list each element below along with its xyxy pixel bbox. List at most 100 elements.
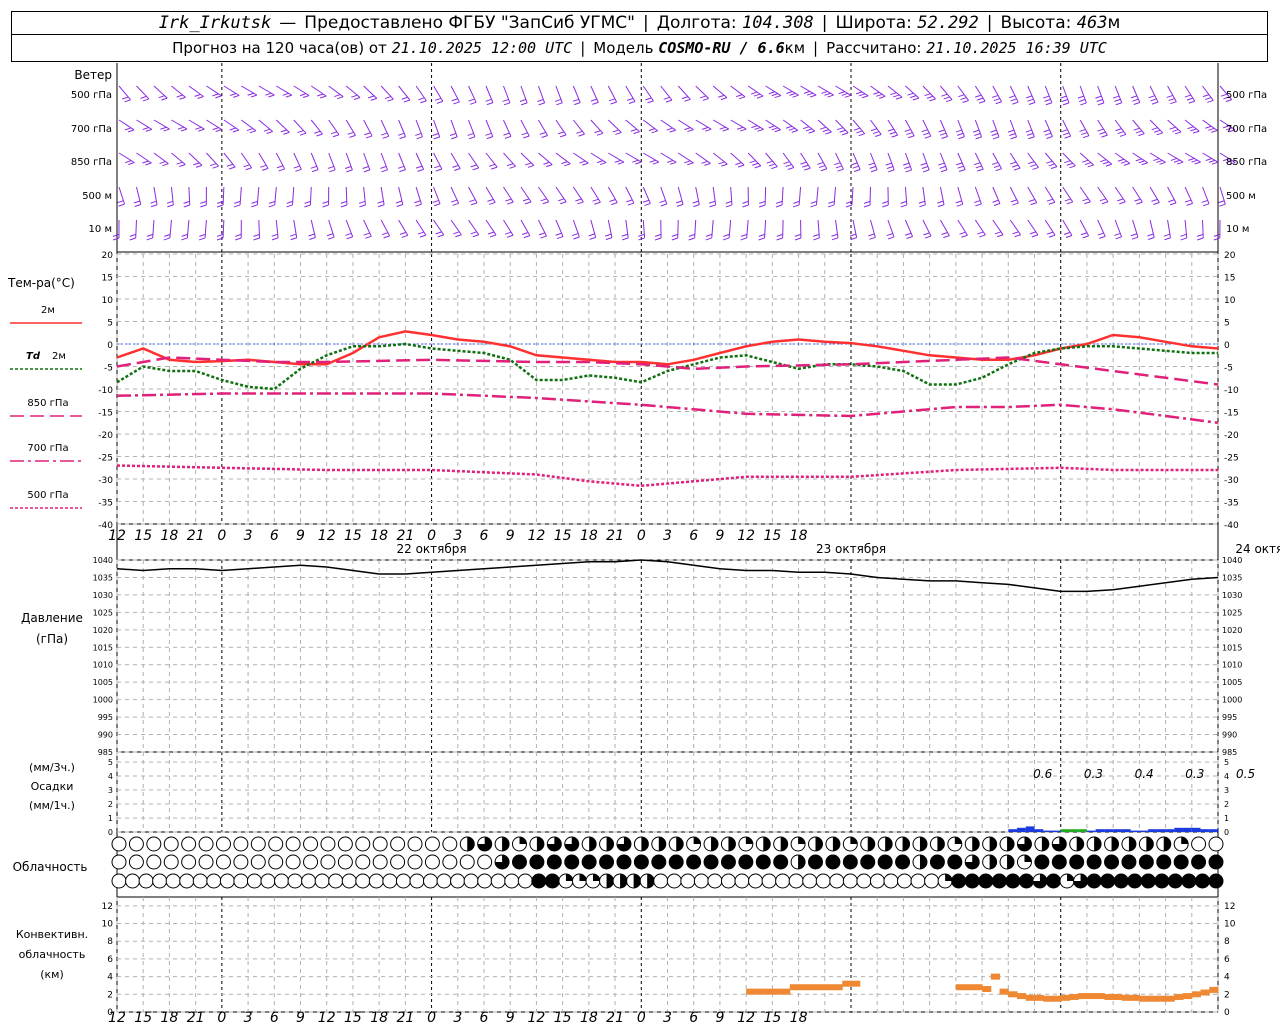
wind-barb-flag <box>810 200 817 204</box>
cloud-circle <box>829 873 845 889</box>
time-tick-bottom: 12 <box>737 1010 755 1024</box>
wind-barb-flag <box>774 95 782 99</box>
cloud-circle <box>301 873 317 889</box>
wind-barb-flag <box>134 204 141 207</box>
wind-barb <box>256 186 260 205</box>
wind-barb-flag <box>212 127 219 131</box>
precip-bar <box>1025 826 1035 832</box>
wind-barb-flag <box>384 96 392 100</box>
cloud-circle <box>198 854 214 870</box>
wind-barb <box>1167 119 1182 133</box>
wind-barb-flag <box>452 202 459 206</box>
cloud-fill <box>972 837 980 852</box>
wind-barb-flag <box>1097 102 1105 106</box>
wind-barb <box>677 152 694 164</box>
wind-barb-flag <box>1213 237 1220 241</box>
wind-barb-flag <box>453 231 460 235</box>
wind-barb-flag <box>960 97 967 101</box>
cloud-circle <box>1191 854 1207 870</box>
wind-barb-flag <box>454 168 461 171</box>
cloud-circle <box>720 854 736 870</box>
time-tick-mid: 6 <box>270 528 279 544</box>
cloud-circle <box>1181 873 1197 889</box>
wind-barb-flag <box>1201 199 1208 203</box>
time-tick-bottom: 6 <box>689 1010 698 1024</box>
cloud-circle <box>788 873 804 889</box>
conv-title-3: (км) <box>40 968 64 981</box>
cloud-circle <box>111 873 127 889</box>
wind-barb-flag <box>491 166 498 170</box>
time-tick-bottom: 6 <box>270 1010 279 1024</box>
wind-barb-flag <box>334 94 341 98</box>
wind-barb-flag <box>992 199 999 203</box>
wind-barb-flag <box>1010 136 1017 140</box>
wind-barb-flag <box>195 126 202 130</box>
time-tick-mid: 12 <box>737 528 755 544</box>
wind-barb-flag <box>776 200 783 204</box>
cloud-circle <box>1100 873 1116 889</box>
time-tick-mid: 9 <box>506 528 515 544</box>
pressure-tick-left: 985 <box>98 748 113 757</box>
wind-barb <box>590 119 604 134</box>
precip-total-label: 0.6 <box>1033 767 1052 781</box>
wind-barb-flag <box>906 132 913 136</box>
wind-barb-flag <box>504 135 512 139</box>
wind-barb-flag <box>1078 99 1086 103</box>
time-tick-mid: 9 <box>296 528 305 544</box>
precip-tick-right: 2 <box>1224 800 1229 809</box>
wind-barb-flag <box>1163 233 1171 237</box>
wind-barb-flag <box>540 235 547 239</box>
cloud-circle <box>303 836 319 852</box>
cloud-circle <box>260 873 276 889</box>
convective-bar <box>1008 991 1018 998</box>
cloud-fill <box>728 837 736 852</box>
wind-barb-flag <box>1186 202 1193 206</box>
cloud-fill <box>711 837 719 852</box>
cloud-circle <box>450 873 466 889</box>
wind-barb-flag <box>923 132 930 136</box>
wind-barb-flag <box>395 200 403 204</box>
wind-barb-flag <box>268 94 275 98</box>
wind-barb-flag <box>1044 132 1052 136</box>
time-tick-bottom: 3 <box>453 1010 462 1024</box>
wind-barb-flag <box>1064 160 1071 164</box>
wind-barb <box>188 186 191 206</box>
wind-barb-flag <box>261 167 269 171</box>
wind-barb-flag <box>647 100 654 104</box>
cloud-circle <box>1138 854 1154 870</box>
cloud-circle <box>206 873 222 889</box>
wind-barb-flag <box>193 162 200 166</box>
convective-bar <box>1130 994 1140 1001</box>
wind-barb-flag <box>776 237 783 241</box>
wind-barb-flag <box>320 95 327 99</box>
wind-barb-flag <box>621 233 628 237</box>
wind-barb-flag <box>557 131 565 135</box>
wind-barb-flag <box>450 199 458 203</box>
wind-barb <box>153 119 170 130</box>
wind-barb-flag <box>1154 129 1161 133</box>
wind-barb-flag <box>800 161 807 165</box>
wind-barb-flag <box>1196 233 1204 237</box>
wind-barb-flag <box>838 91 845 95</box>
cloud-circle <box>442 836 458 852</box>
wind-barb-flag <box>253 233 260 237</box>
time-tick-mid: 18 <box>790 528 808 544</box>
cloud-circle <box>111 854 127 870</box>
wind-barb-flag <box>377 204 385 208</box>
wind-barb-flag <box>1032 166 1039 170</box>
wind-barb-flag <box>194 93 201 97</box>
temp-tick-right: -40 <box>1224 521 1239 531</box>
time-tick-mid: 15 <box>344 528 362 544</box>
cloud-fill <box>633 874 641 888</box>
wind-barb-flag <box>955 129 962 133</box>
cloud-circle <box>1069 854 1085 870</box>
wind-barb-flag <box>907 92 914 96</box>
wind-barb-flag <box>756 95 764 99</box>
temp-title: Тем-ра(°С) <box>7 276 75 290</box>
wind-barb-flag <box>791 129 798 133</box>
wind-barb-flag <box>979 234 986 238</box>
wind-barb-flag <box>1166 94 1174 98</box>
wind-barb-flag <box>1188 157 1195 161</box>
cloud-fill <box>1041 837 1049 852</box>
wind-barb-flag <box>904 166 911 170</box>
